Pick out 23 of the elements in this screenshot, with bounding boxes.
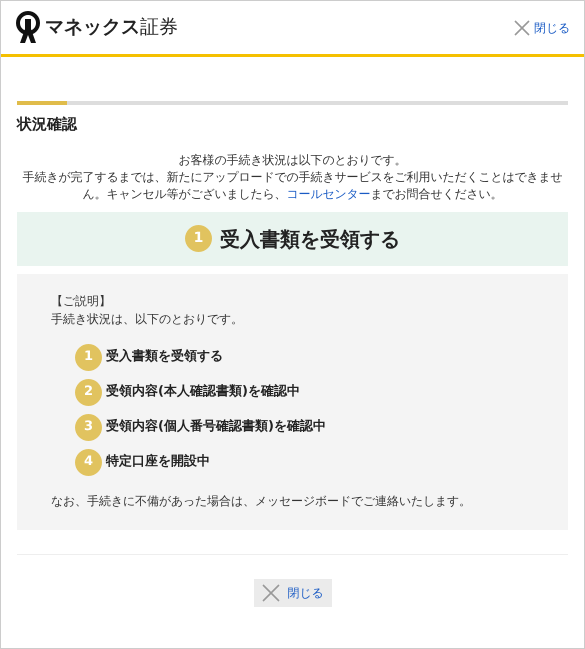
step-label: 受領内容(本人確認書類)を確認中 — [106, 382, 300, 402]
step-label: 特定口座を開設中 — [106, 452, 210, 472]
call-center-link[interactable]: コールセンター — [286, 187, 370, 202]
intro-text: お客様の手続き状況は以下のとおりです。 — [178, 152, 408, 168]
step-number: 2 — [75, 378, 102, 406]
step-number: 1 — [75, 344, 102, 371]
step-number: 3 — [75, 414, 102, 441]
step-label: 受領内容(個人番号確認書類)を確認中 — [106, 418, 326, 436]
intro-text: 手続きが完了するまでは、新たにアップロードでの手続きサービスをご利用いただくことはできません。キャンセル等がございましたら、コールセンター までお問合せください。 — [22, 168, 564, 204]
explanation-text: 手続き状況は、以下のとおりです。 — [51, 310, 244, 328]
close-link[interactable]: 閉じる — [514, 18, 570, 36]
note-text: なお、手続きに不備があった場合は、メッセージボードでご連絡いたします。 — [51, 492, 472, 510]
close-icon — [514, 20, 530, 36]
step-label: 受入書類を受領する — [106, 348, 223, 366]
step-number: 4 — [75, 448, 102, 476]
close-button[interactable]: 閉じる — [254, 578, 332, 607]
explanation-heading: 【ご説明】 — [51, 292, 112, 310]
step-number: 1 — [185, 225, 212, 252]
close-icon — [262, 584, 280, 602]
logo-text: マネックス証券 — [45, 15, 178, 40]
logo-icon — [15, 10, 41, 44]
current-step-label: 受入書類を受領する — [220, 226, 400, 253]
section-title: 状況確認 — [17, 114, 78, 135]
